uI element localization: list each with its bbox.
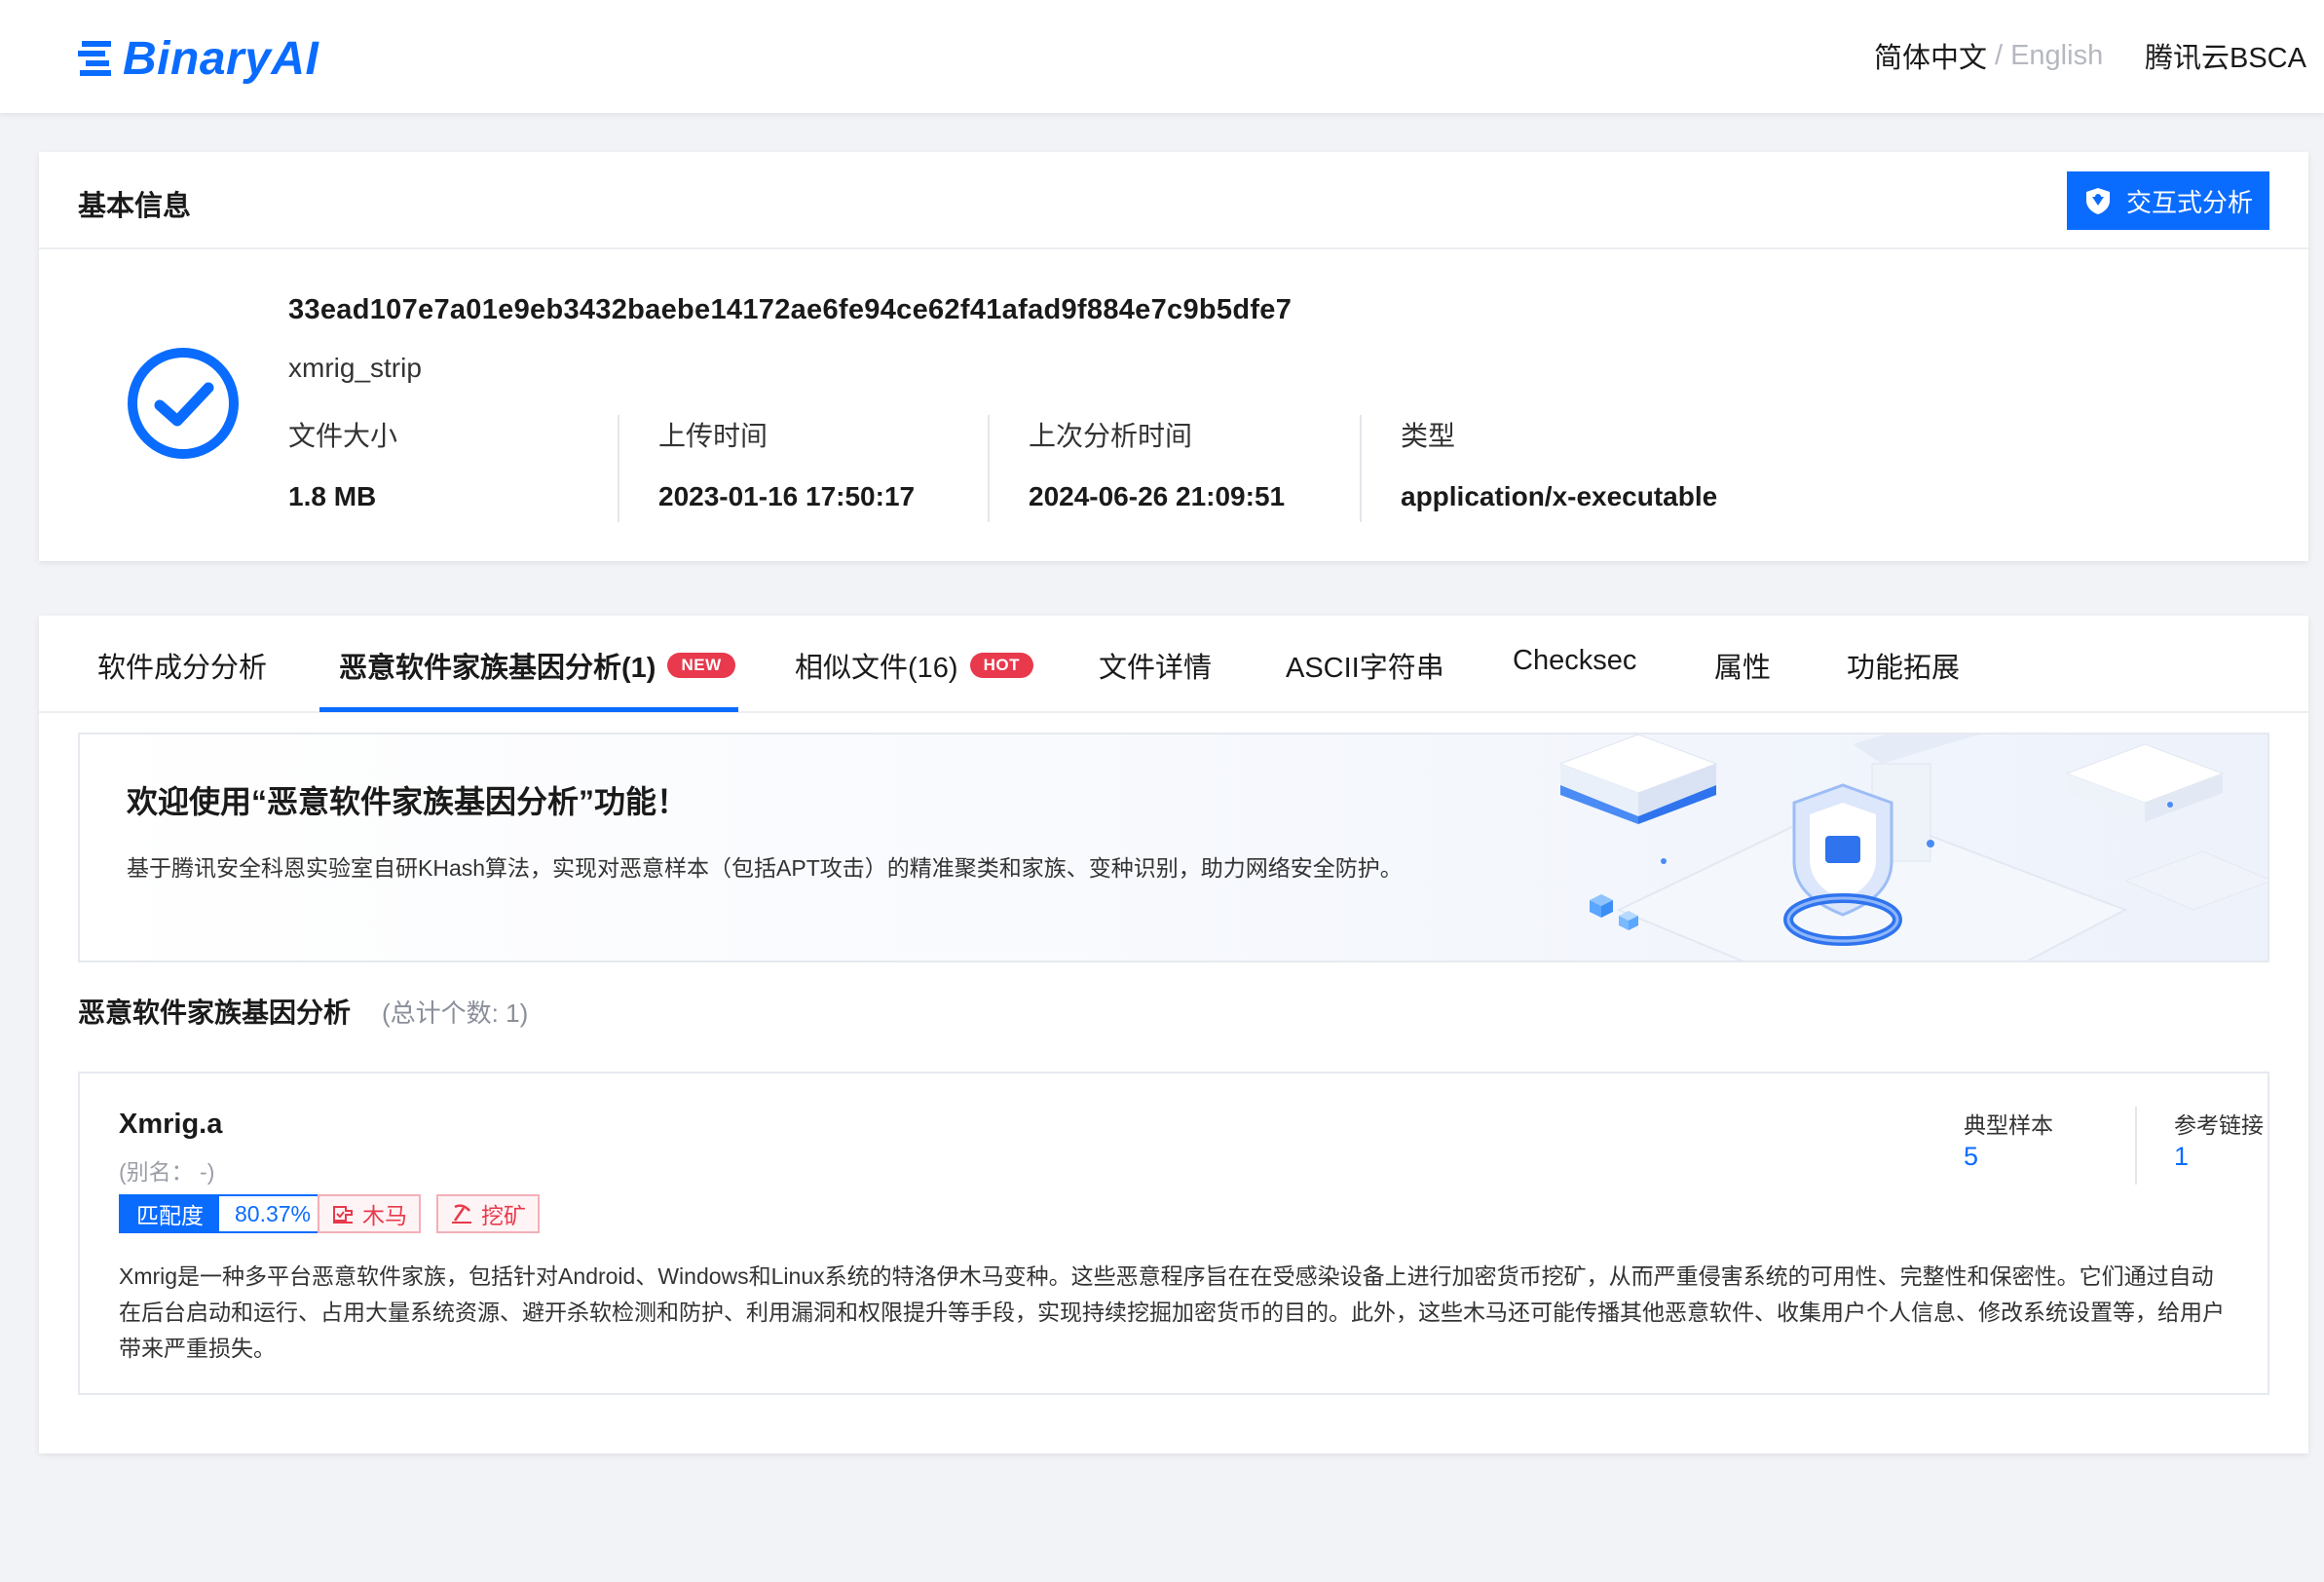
trojan-icon: [333, 1206, 353, 1224]
tab-ascii-strings[interactable]: ASCII字符串: [1286, 645, 1444, 686]
tag-label: 木马: [362, 1203, 407, 1228]
tab-bar: 软件成分分析 恶意软件家族基因分析(1) NEW 相似文件(16) HOT 文件…: [39, 616, 2308, 713]
banner-description: 基于腾讯安全科恩实验室自研KHash算法，实现对恶意样本（包括APT攻击）的精准…: [127, 855, 1403, 881]
section-title: 恶意软件家族基因分析: [78, 998, 352, 1028]
meta-value: 2024-06-26 21:09:51: [1029, 481, 1286, 511]
tencent-cloud-bsca-link[interactable]: 腾讯云BSCA: [2145, 35, 2306, 76]
tab-similar-files[interactable]: 相似文件(16) HOT: [795, 645, 1033, 686]
family-alias: (别名： -): [119, 1159, 215, 1185]
new-badge: NEW: [667, 653, 735, 678]
meta-divider: [1360, 415, 1362, 522]
meta-label: 类型: [1401, 421, 1456, 451]
tab-label: Checksec: [1513, 645, 1637, 676]
meta-value: application/x-executable: [1401, 481, 1718, 511]
lang-english-option[interactable]: English: [2010, 40, 2103, 72]
tab-label: 属性: [1714, 653, 1772, 684]
match-label: 匹配度: [121, 1196, 219, 1231]
reference-links-label: 参考链接: [2174, 1112, 2264, 1138]
family-description: Xmrig是一种多平台恶意软件家族，包括针对Android、Windows和Li…: [119, 1263, 2225, 1361]
tab-malware-family-gene[interactable]: 恶意软件家族基因分析(1) NEW: [339, 645, 735, 686]
tab-label: 软件成分分析: [97, 653, 268, 684]
basic-info-card: 基本信息 交互式分析 33ead107e7a01e9eb3432baebe141…: [39, 152, 2308, 561]
shield-icon: [2085, 188, 2110, 214]
top-navigation-bar: BinaryAI 简体中文 / English 腾讯云BSCA: [0, 0, 2324, 113]
hot-badge: HOT: [969, 653, 1033, 678]
tab-attributes[interactable]: 属性: [1714, 645, 1771, 686]
tag-trojan: 木马: [318, 1194, 421, 1233]
isometric-security-illustration: [1558, 734, 2268, 960]
tab-label: 功能拓展: [1847, 653, 1961, 684]
meta-label: 上传时间: [658, 421, 768, 451]
meta-label: 文件大小: [288, 421, 398, 451]
meta-label: 上次分析时间: [1029, 421, 1193, 451]
pickaxe-icon: [452, 1204, 471, 1224]
tab-checksec[interactable]: Checksec: [1513, 645, 1636, 677]
tab-label: 文件详情: [1099, 653, 1213, 684]
binaryai-logo[interactable]: BinaryAI: [78, 32, 319, 85]
stat-divider: [2135, 1107, 2137, 1185]
interactive-analysis-label: 交互式分析: [2125, 187, 2253, 217]
file-hash: 33ead107e7a01e9eb3432baebe14172ae6fe94ce…: [288, 294, 1293, 325]
basic-info-header: 基本信息 交互式分析: [39, 152, 2308, 249]
banner-title: 欢迎使用“恶意软件家族基因分析”功能！: [127, 784, 689, 819]
check-circle-icon: [128, 348, 239, 459]
meta-value: 2023-01-16 17:50:17: [658, 481, 916, 511]
analysis-card: 软件成分分析 恶意软件家族基因分析(1) NEW 相似文件(16) HOT 文件…: [39, 616, 2308, 1453]
welcome-banner: 欢迎使用“恶意软件家族基因分析”功能！ 基于腾讯安全科恩实验室自研KHash算法…: [78, 733, 2269, 962]
family-name: Xmrig.a: [119, 1109, 223, 1140]
lang-separator: /: [1995, 39, 2004, 71]
language-switcher: 简体中文 / English: [1874, 35, 2103, 76]
meta-divider: [988, 415, 990, 522]
tab-file-details[interactable]: 文件详情: [1099, 645, 1212, 686]
tab-software-composition[interactable]: 软件成分分析: [97, 645, 267, 686]
family-result-card: Xmrig.a (别名： -) 匹配度 80.37% 木马 挖矿 典型样本 5: [78, 1072, 2269, 1395]
file-name: xmrig_strip: [288, 353, 422, 383]
lang-chinese-option[interactable]: 简体中文: [1874, 35, 1987, 76]
active-tab-indicator: [319, 707, 738, 712]
meta-value: 1.8 MB: [288, 481, 377, 511]
tab-label: ASCII字符串: [1286, 653, 1444, 684]
meta-divider: [618, 415, 619, 522]
basic-info-title: 基本信息: [78, 191, 192, 222]
typical-samples-label: 典型样本: [1964, 1112, 2053, 1138]
logo-mark-icon: [78, 41, 111, 76]
match-score: 匹配度 80.37%: [119, 1194, 329, 1233]
match-value: 80.37%: [219, 1196, 327, 1231]
reference-links-count[interactable]: 1: [2174, 1142, 2189, 1172]
section-total-count: (总计个数: 1): [382, 998, 529, 1028]
tab-label: 恶意软件家族基因分析(1): [339, 653, 656, 684]
tab-extensions[interactable]: 功能拓展: [1847, 645, 1960, 686]
tab-label: 相似文件(16): [795, 653, 958, 684]
tag-label: 挖矿: [481, 1203, 526, 1228]
logo-text: BinaryAI: [123, 32, 319, 85]
tag-mining: 挖矿: [436, 1194, 540, 1233]
typical-samples-count[interactable]: 5: [1964, 1142, 1978, 1172]
interactive-analysis-button[interactable]: 交互式分析: [2067, 171, 2269, 230]
